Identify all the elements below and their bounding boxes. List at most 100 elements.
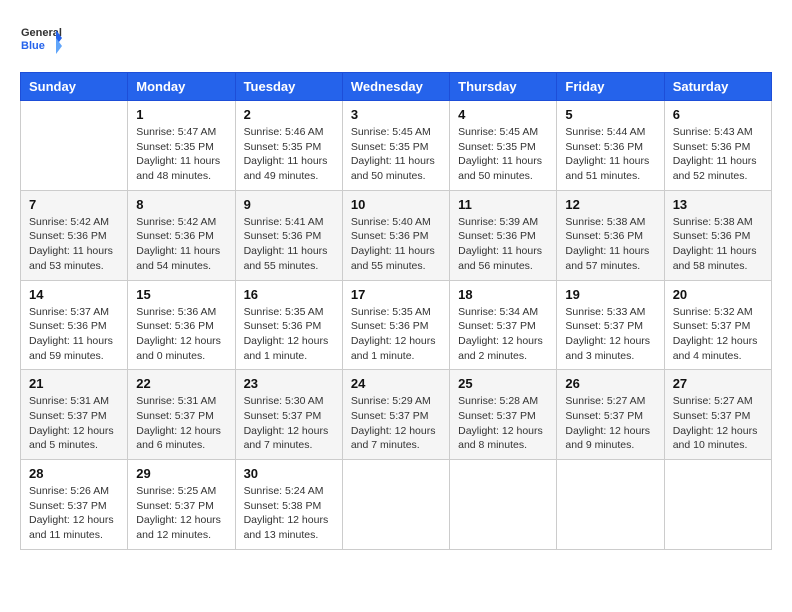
calendar-cell: 25Sunrise: 5:28 AM Sunset: 5:37 PM Dayli…	[450, 370, 557, 460]
day-info: Sunrise: 5:37 AM Sunset: 5:36 PM Dayligh…	[29, 305, 119, 364]
calendar-cell: 20 Sunrise: 5:32 AM Sunset: 5:37 PM Dayli…	[664, 280, 771, 370]
day-number: 30	[244, 466, 334, 481]
col-header-thursday: Thursday	[450, 73, 557, 101]
svg-text:General: General	[21, 27, 62, 39]
calendar-cell: 11 Sunrise: 5:39 AM Sunset: 5:36 PM Dayli…	[450, 190, 557, 280]
calendar-cell	[21, 101, 128, 191]
col-header-saturday: Saturday	[664, 73, 771, 101]
calendar-cell: 2 Sunrise: 5:46 AM Sunset: 5:35 PM Daylig…	[235, 101, 342, 191]
day-number: 29	[136, 466, 226, 481]
day-info: Sunrise: 5:44 AM Sunset: 5:36 PM Dayligh…	[565, 125, 655, 184]
day-info: Sunrise: 5:33 AM Sunset: 5:37 PM Dayligh…	[565, 305, 655, 364]
day-number: 25	[458, 376, 548, 391]
calendar-cell	[664, 460, 771, 550]
calendar-cell: 30 Sunrise: 5:24 AM Sunset: 5:38 PM Dayli…	[235, 460, 342, 550]
day-number: 18	[458, 287, 548, 302]
calendar-cell: 8 Sunrise: 5:42 AM Sunset: 5:36 PM Daylig…	[128, 190, 235, 280]
calendar-cell	[557, 460, 664, 550]
calendar-cell	[342, 460, 449, 550]
day-number: 28	[29, 466, 119, 481]
day-number: 21	[29, 376, 119, 391]
day-info: Sunrise: 5:42 AM Sunset: 5:36 PM Dayligh…	[29, 215, 119, 274]
day-number: 9	[244, 197, 334, 212]
day-info: Sunrise: 5:42 AM Sunset: 5:36 PM Dayligh…	[136, 215, 226, 274]
day-info: Sunrise: 5:35 AM Sunset: 5:36 PM Dayligh…	[351, 305, 441, 364]
calendar-cell: 29Sunrise: 5:25 AM Sunset: 5:37 PM Dayli…	[128, 460, 235, 550]
day-info: Sunrise: 5:38 AM Sunset: 5:36 PM Dayligh…	[673, 215, 763, 274]
calendar-cell: 7 Sunrise: 5:42 AM Sunset: 5:36 PM Daylig…	[21, 190, 128, 280]
calendar-cell: 26 Sunrise: 5:27 AM Sunset: 5:37 PM Dayli…	[557, 370, 664, 460]
day-number: 19	[565, 287, 655, 302]
day-number: 23	[244, 376, 334, 391]
day-number: 14	[29, 287, 119, 302]
day-info: Sunrise: 5:41 AM Sunset: 5:36 PM Dayligh…	[244, 215, 334, 274]
day-number: 2	[244, 107, 334, 122]
day-info: Sunrise: 5:40 AM Sunset: 5:36 PM Dayligh…	[351, 215, 441, 274]
col-header-wednesday: Wednesday	[342, 73, 449, 101]
calendar-cell: 27Sunrise: 5:27 AM Sunset: 5:37 PM Dayli…	[664, 370, 771, 460]
calendar-cell: 19 Sunrise: 5:33 AM Sunset: 5:37 PM Dayli…	[557, 280, 664, 370]
day-number: 12	[565, 197, 655, 212]
day-number: 11	[458, 197, 548, 212]
day-info: Sunrise: 5:29 AM Sunset: 5:37 PM Dayligh…	[351, 394, 441, 453]
day-number: 8	[136, 197, 226, 212]
day-number: 1	[136, 107, 226, 122]
day-info: Sunrise: 5:36 AM Sunset: 5:36 PM Dayligh…	[136, 305, 226, 364]
col-header-tuesday: Tuesday	[235, 73, 342, 101]
day-number: 15	[136, 287, 226, 302]
calendar-cell: 21Sunrise: 5:31 AM Sunset: 5:37 PM Dayli…	[21, 370, 128, 460]
day-info: Sunrise: 5:34 AM Sunset: 5:37 PM Dayligh…	[458, 305, 548, 364]
calendar-cell: 1 Sunrise: 5:47 AM Sunset: 5:35 PM Daylig…	[128, 101, 235, 191]
header: General Blue	[20, 20, 772, 62]
calendar-cell: 9 Sunrise: 5:41 AM Sunset: 5:36 PM Daylig…	[235, 190, 342, 280]
day-info: Sunrise: 5:39 AM Sunset: 5:36 PM Dayligh…	[458, 215, 548, 274]
day-info: Sunrise: 5:24 AM Sunset: 5:38 PM Dayligh…	[244, 484, 334, 543]
day-info: Sunrise: 5:26 AM Sunset: 5:37 PM Dayligh…	[29, 484, 119, 543]
calendar-cell: 6Sunrise: 5:43 AM Sunset: 5:36 PM Daylig…	[664, 101, 771, 191]
svg-text:Blue: Blue	[21, 40, 45, 52]
day-info: Sunrise: 5:45 AM Sunset: 5:35 PM Dayligh…	[351, 125, 441, 184]
day-info: Sunrise: 5:43 AM Sunset: 5:36 PM Dayligh…	[673, 125, 763, 184]
day-number: 16	[244, 287, 334, 302]
day-info: Sunrise: 5:27 AM Sunset: 5:37 PM Dayligh…	[673, 394, 763, 453]
calendar: SundayMondayTuesdayWednesdayThursdayFrid…	[20, 72, 772, 550]
calendar-cell: 18 Sunrise: 5:34 AM Sunset: 5:37 PM Dayli…	[450, 280, 557, 370]
day-info: Sunrise: 5:32 AM Sunset: 5:37 PM Dayligh…	[673, 305, 763, 364]
col-header-friday: Friday	[557, 73, 664, 101]
day-info: Sunrise: 5:46 AM Sunset: 5:35 PM Dayligh…	[244, 125, 334, 184]
day-number: 20	[673, 287, 763, 302]
calendar-cell	[450, 460, 557, 550]
calendar-cell: 3 Sunrise: 5:45 AM Sunset: 5:35 PM Daylig…	[342, 101, 449, 191]
day-number: 17	[351, 287, 441, 302]
day-info: Sunrise: 5:30 AM Sunset: 5:37 PM Dayligh…	[244, 394, 334, 453]
calendar-cell: 22 Sunrise: 5:31 AM Sunset: 5:37 PM Dayli…	[128, 370, 235, 460]
day-number: 24	[351, 376, 441, 391]
day-info: Sunrise: 5:47 AM Sunset: 5:35 PM Dayligh…	[136, 125, 226, 184]
calendar-cell: 28 Sunrise: 5:26 AM Sunset: 5:37 PM Dayli…	[21, 460, 128, 550]
day-number: 22	[136, 376, 226, 391]
calendar-cell: 5 Sunrise: 5:44 AM Sunset: 5:36 PM Daylig…	[557, 101, 664, 191]
calendar-cell: 24 Sunrise: 5:29 AM Sunset: 5:37 PM Dayli…	[342, 370, 449, 460]
day-number: 7	[29, 197, 119, 212]
day-info: Sunrise: 5:31 AM Sunset: 5:37 PM Dayligh…	[136, 394, 226, 453]
day-info: Sunrise: 5:38 AM Sunset: 5:36 PM Dayligh…	[565, 215, 655, 274]
day-number: 26	[565, 376, 655, 391]
day-number: 10	[351, 197, 441, 212]
logo-icon: General Blue	[20, 20, 62, 62]
logo: General Blue	[20, 20, 62, 62]
day-info: Sunrise: 5:27 AM Sunset: 5:37 PM Dayligh…	[565, 394, 655, 453]
calendar-cell: 12 Sunrise: 5:38 AM Sunset: 5:36 PM Dayli…	[557, 190, 664, 280]
calendar-cell: 17 Sunrise: 5:35 AM Sunset: 5:36 PM Dayli…	[342, 280, 449, 370]
day-number: 4	[458, 107, 548, 122]
day-info: Sunrise: 5:35 AM Sunset: 5:36 PM Dayligh…	[244, 305, 334, 364]
calendar-cell: 16 Sunrise: 5:35 AM Sunset: 5:36 PM Dayli…	[235, 280, 342, 370]
calendar-cell: 23 Sunrise: 5:30 AM Sunset: 5:37 PM Dayli…	[235, 370, 342, 460]
col-header-sunday: Sunday	[21, 73, 128, 101]
calendar-cell: 15 Sunrise: 5:36 AM Sunset: 5:36 PM Dayli…	[128, 280, 235, 370]
day-number: 5	[565, 107, 655, 122]
calendar-cell: 10 Sunrise: 5:40 AM Sunset: 5:36 PM Dayli…	[342, 190, 449, 280]
calendar-cell: 4 Sunrise: 5:45 AM Sunset: 5:35 PM Daylig…	[450, 101, 557, 191]
day-number: 3	[351, 107, 441, 122]
day-number: 13	[673, 197, 763, 212]
day-info: Sunrise: 5:45 AM Sunset: 5:35 PM Dayligh…	[458, 125, 548, 184]
